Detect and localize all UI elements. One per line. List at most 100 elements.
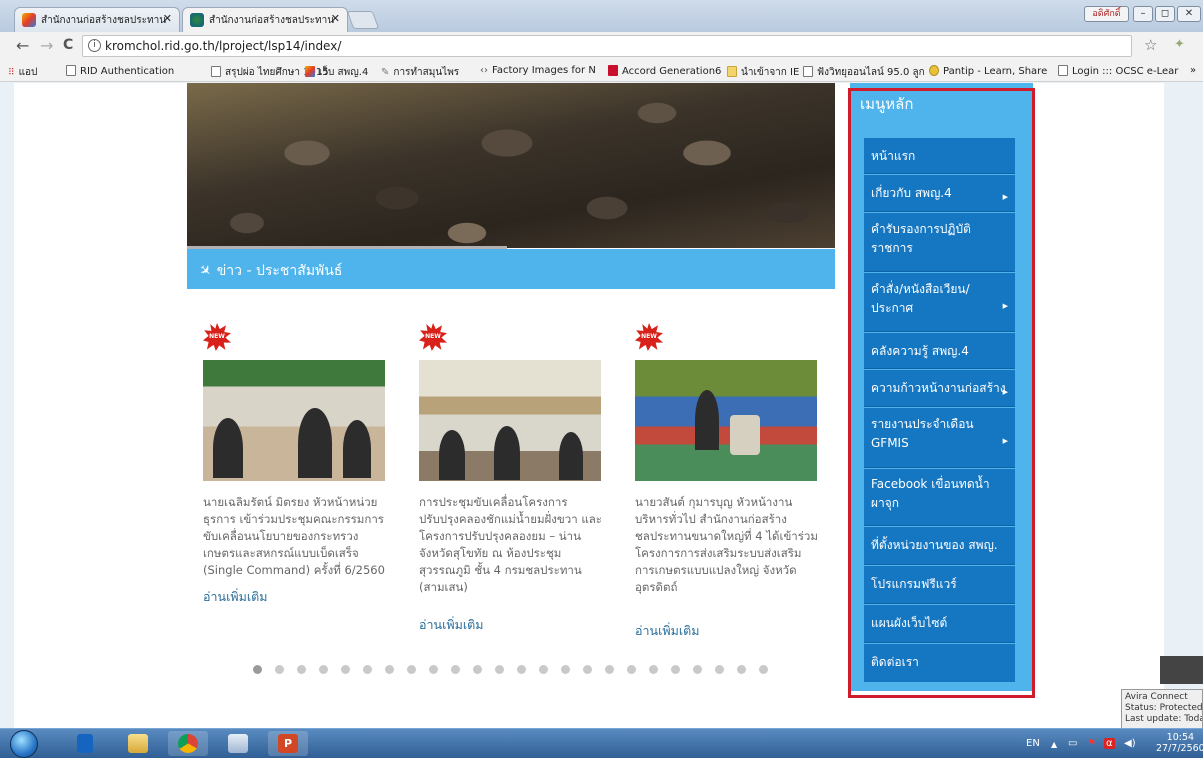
carousel-dot[interactable] bbox=[583, 665, 592, 674]
maximize-button[interactable]: ◻ bbox=[1155, 6, 1175, 22]
action-center-flag-icon[interactable]: ⚑ bbox=[1087, 738, 1096, 749]
news-photo[interactable] bbox=[635, 360, 817, 481]
hero-slider-image[interactable] bbox=[187, 83, 835, 248]
page-icon bbox=[803, 66, 813, 77]
windows-taskbar: P EN ▲ ▭ ⚑ α ◀) 10:54 27/7/2560 bbox=[0, 728, 1203, 758]
chrome-icon bbox=[178, 734, 198, 753]
bookmark-label: Factory Images for N bbox=[492, 65, 596, 76]
carousel-dot[interactable] bbox=[693, 665, 702, 674]
carousel-dot[interactable] bbox=[737, 665, 746, 674]
extension-icon[interactable]: ✦ bbox=[1174, 37, 1185, 52]
taskbar-app-powerpoint[interactable]: P bbox=[268, 731, 308, 756]
taskbar-app-outlook[interactable] bbox=[65, 731, 105, 756]
address-toolbar: ← → C i kromchol.rid.go.th/lproject/lsp1… bbox=[0, 32, 1203, 60]
browser-tab[interactable]: สำนักงานก่อสร้างชลประทาน ✕ bbox=[14, 7, 180, 32]
bookmark-item[interactable]: นำเข้าจาก IE bbox=[727, 65, 799, 80]
volume-icon[interactable]: ◀) bbox=[1124, 738, 1136, 749]
read-more-link[interactable]: อ่านเพิ่มเติม bbox=[419, 615, 483, 635]
carousel-dot[interactable] bbox=[341, 665, 350, 674]
browser-tab-active[interactable]: สำนักงานก่อสร้างชลประทาน ✕ bbox=[182, 7, 348, 32]
carousel-dot[interactable] bbox=[429, 665, 438, 674]
avira-status: Status: Protected bbox=[1125, 703, 1203, 713]
page-icon bbox=[1058, 65, 1068, 76]
bookmark-item[interactable]: Pantip - Learn, Share bbox=[929, 65, 1047, 77]
taskbar-app-explorer[interactable] bbox=[118, 731, 158, 756]
clock-time: 10:54 bbox=[1166, 732, 1195, 743]
avira-notification[interactable]: Avira Connect Status: Protected Last upd… bbox=[1121, 689, 1203, 728]
system-clock[interactable]: 10:54 27/7/2560 bbox=[1156, 732, 1203, 754]
carousel-dot[interactable] bbox=[275, 665, 284, 674]
read-more-link[interactable]: อ่านเพิ่มเติม bbox=[203, 587, 267, 607]
highlight-annotation-box bbox=[848, 88, 1035, 698]
bookmark-item[interactable]: ฟังวิทยุออนไลน์ 95.0 ลูก bbox=[803, 65, 925, 80]
reload-button[interactable]: C bbox=[63, 37, 73, 53]
show-hidden-icons-button[interactable]: ▲ bbox=[1051, 740, 1057, 749]
honda-icon bbox=[608, 65, 618, 76]
language-indicator[interactable]: EN bbox=[1026, 738, 1040, 749]
bookmark-label: RID Authentication bbox=[80, 66, 175, 77]
bookmark-apps[interactable]: ⠿ แอป bbox=[8, 65, 37, 80]
clock-date: 27/7/2560 bbox=[1156, 743, 1203, 754]
more-bookmarks-button[interactable]: » bbox=[1190, 65, 1196, 76]
new-tab-button[interactable] bbox=[346, 11, 380, 29]
close-tab-icon[interactable]: ✕ bbox=[163, 12, 172, 25]
carousel-dot[interactable] bbox=[473, 665, 482, 674]
carousel-dot[interactable] bbox=[385, 665, 394, 674]
carousel-dot[interactable] bbox=[627, 665, 636, 674]
carousel-dot[interactable] bbox=[407, 665, 416, 674]
bookmark-item[interactable]: เว็บ สพญ.4 bbox=[305, 65, 368, 80]
carousel-dot[interactable] bbox=[671, 665, 680, 674]
bookmark-item[interactable]: Login ::: OCSC e-Lear bbox=[1058, 65, 1178, 77]
carousel-dot[interactable] bbox=[451, 665, 460, 674]
carousel-dot[interactable] bbox=[517, 665, 526, 674]
carousel-dot[interactable] bbox=[253, 665, 262, 674]
code-icon: ‹› bbox=[480, 65, 488, 76]
user-profile-button[interactable]: อดิศักดิ์ bbox=[1084, 6, 1129, 22]
rid-logo-icon bbox=[190, 13, 204, 27]
avira-tray-icon[interactable]: α bbox=[1104, 738, 1115, 749]
notes-icon bbox=[228, 734, 248, 753]
carousel-dot[interactable] bbox=[539, 665, 548, 674]
carousel-dot[interactable] bbox=[715, 665, 724, 674]
minimize-button[interactable]: – bbox=[1133, 6, 1153, 22]
carousel-dot[interactable] bbox=[363, 665, 372, 674]
bookmark-item[interactable]: RID Authentication bbox=[66, 65, 174, 77]
browser-tab-strip: สำนักงานก่อสร้างชลประทาน ✕ สำนักงานก่อสร… bbox=[0, 0, 1203, 32]
bookmark-label: เว็บ สพญ.4 bbox=[319, 67, 369, 78]
carousel-dot[interactable] bbox=[649, 665, 658, 674]
network-icon[interactable]: ▭ bbox=[1068, 738, 1077, 749]
news-photo[interactable] bbox=[203, 360, 385, 481]
read-more-link[interactable]: อ่านเพิ่มเติม bbox=[635, 621, 699, 641]
site-info-icon[interactable]: i bbox=[88, 39, 101, 52]
bookmark-star-icon[interactable]: ☆ bbox=[1144, 36, 1157, 54]
pantip-icon bbox=[929, 65, 939, 76]
taskbar-app-notes[interactable] bbox=[218, 731, 258, 756]
news-photo[interactable] bbox=[419, 360, 601, 481]
avira-title: Avira Connect bbox=[1125, 692, 1188, 702]
close-tab-icon[interactable]: ✕ bbox=[331, 12, 340, 25]
tab-title: สำนักงานก่อสร้างชลประทาน bbox=[209, 15, 335, 26]
carousel-dot[interactable] bbox=[561, 665, 570, 674]
back-button[interactable]: ← bbox=[16, 36, 29, 55]
start-button[interactable] bbox=[10, 730, 38, 758]
close-window-button[interactable]: ✕ bbox=[1177, 6, 1201, 22]
bookmark-label: Pantip - Learn, Share bbox=[943, 66, 1048, 77]
carousel-dot[interactable] bbox=[297, 665, 306, 674]
carousel-dot[interactable] bbox=[495, 665, 504, 674]
scroll-to-top-button[interactable] bbox=[1160, 656, 1203, 684]
forward-button[interactable]: → bbox=[40, 36, 53, 55]
bookmark-item[interactable]: ✎ การทำสมุนไพร bbox=[381, 65, 459, 80]
url-bar[interactable]: i kromchol.rid.go.th/lproject/lsp14/inde… bbox=[82, 35, 1132, 57]
carousel-dot[interactable] bbox=[605, 665, 614, 674]
carousel-dot[interactable] bbox=[319, 665, 328, 674]
bookmark-item[interactable]: ‹› Factory Images for N bbox=[480, 65, 596, 76]
bookmark-label: Accord Generation6 bbox=[622, 66, 722, 77]
bookmark-item[interactable]: Accord Generation6 bbox=[608, 65, 721, 77]
taskbar-app-chrome[interactable] bbox=[168, 731, 208, 756]
folder-icon bbox=[727, 66, 737, 77]
page-icon bbox=[211, 66, 221, 77]
news-section-header: ✈ ข่าว - ประชาสัมพันธ์ bbox=[187, 249, 835, 289]
page-viewport: ✈ ข่าว - ประชาสัมพันธ์ NEW นายเฉลิมรัตน์ … bbox=[0, 83, 1203, 728]
carousel-dot[interactable] bbox=[759, 665, 768, 674]
page-icon bbox=[66, 65, 76, 76]
